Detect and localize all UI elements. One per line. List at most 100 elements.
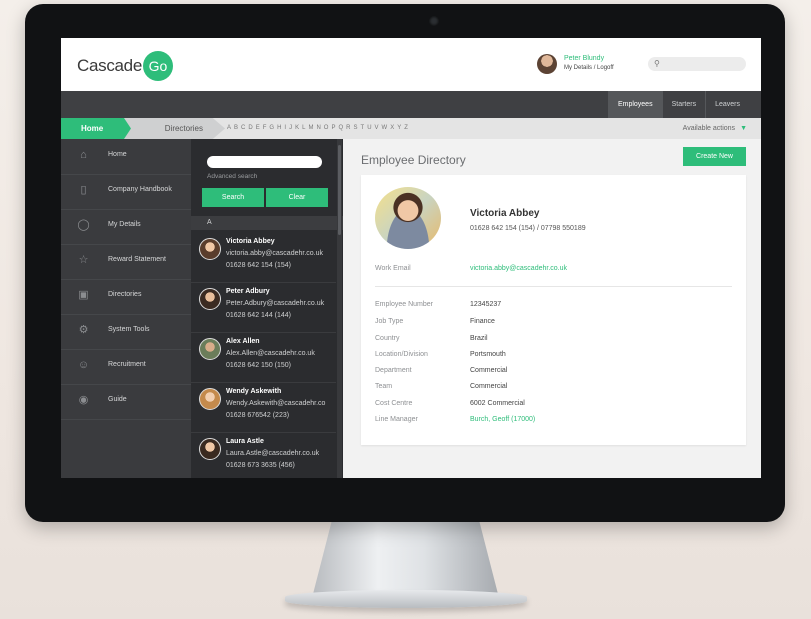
logo[interactable]: Cascade Go (77, 51, 173, 81)
users-icon: ☺ (77, 359, 90, 371)
avatar (199, 338, 221, 360)
alphabet-letter-q[interactable]: Q (338, 118, 343, 139)
contact-phone: 01628 642 144 (144) (226, 312, 291, 319)
user-links: My Details / Logoff (564, 65, 614, 71)
alphabet-letter-p[interactable]: P (331, 118, 335, 139)
field-value: 12345237 (470, 301, 502, 308)
sidebar-item-reward-statement[interactable]: ☆ Reward Statement (61, 244, 191, 280)
contact-item[interactable]: Wendy Askewith Wendy.Askewith@cascadehr.… (191, 383, 336, 433)
tab-employees[interactable]: Employees (607, 91, 662, 118)
alphabet-letter-l[interactable]: L (302, 118, 305, 139)
contact-name: Wendy Askewith (226, 388, 282, 395)
sidebar-item-directories[interactable]: ▣ Directories (61, 279, 191, 315)
alphabet-letter-e[interactable]: E (256, 118, 260, 139)
alphabet-letter-t[interactable]: T (361, 118, 365, 139)
divider (375, 286, 732, 287)
alphabet-letter-x[interactable]: X (390, 118, 394, 139)
tab-leavers[interactable]: Leavers (705, 91, 749, 118)
directory-search-input[interactable] (207, 156, 322, 168)
sidebar-item-home[interactable]: ⌂ Home (61, 139, 191, 175)
contact-phone: 01628 676542 (223) (226, 412, 290, 419)
avatar (199, 238, 221, 260)
alphabet-letter-u[interactable]: U (367, 118, 371, 139)
field-label: Employee Number (375, 301, 433, 308)
page-title: Employee Directory (361, 153, 466, 167)
sidebar-item-recruitment[interactable]: ☺ Recruitment (61, 349, 191, 385)
sidebar-item-label: System Tools (108, 326, 150, 333)
alphabet-letter-y[interactable]: Y (397, 118, 401, 139)
available-actions-label: Available actions (682, 125, 736, 132)
search-button[interactable]: Search (202, 188, 264, 207)
user-name[interactable]: Peter Blundy (564, 55, 604, 62)
contact-email: Peter.Adbury@cascadehr.co.uk (226, 300, 325, 307)
contact-email: Alex.Allen@cascadehr.co.uk (226, 350, 315, 357)
alphabet-letter-r[interactable]: R (346, 118, 350, 139)
alphabet-letter-i[interactable]: I (284, 118, 286, 139)
logoff-link[interactable]: Logoff (597, 65, 614, 71)
user-icon: ◯ (77, 219, 90, 231)
alphabet-letter-m[interactable]: M (308, 118, 313, 139)
available-actions-dropdown[interactable]: Available actions ▼ (683, 118, 747, 139)
clear-button[interactable]: Clear (266, 188, 328, 207)
create-new-button[interactable]: Create New (683, 147, 746, 166)
field-value: Commercial (470, 383, 508, 390)
advanced-search-link[interactable]: Advanced search (207, 173, 257, 180)
avatar[interactable] (537, 54, 557, 74)
alphabet-letter-h[interactable]: H (277, 118, 281, 139)
employee-phone: 01628 642 154 (154) / 07798 550189 (470, 225, 586, 232)
monitor-stand (313, 522, 498, 594)
scrollbar-thumb[interactable] (338, 145, 341, 235)
field-value: Portsmouth (470, 351, 506, 358)
contact-item[interactable]: Victoria Abbey victoria.abby@cascadehr.c… (191, 233, 336, 283)
contact-name: Alex Allen (226, 338, 260, 345)
contact-item[interactable]: Peter Adbury Peter.Adbury@cascadehr.co.u… (191, 283, 336, 333)
breadcrumb-home[interactable]: Home (61, 118, 131, 139)
sidebar-item-label: Reward Statement (108, 256, 166, 263)
alphabet-letter-o[interactable]: O (324, 118, 329, 139)
nav-tabs: Employees Starters Leavers (607, 91, 749, 118)
contact-item[interactable]: Alex Allen Alex.Allen@cascadehr.co.uk 01… (191, 333, 336, 383)
alphabet-letter-w[interactable]: W (382, 118, 388, 139)
star-icon: ☆ (78, 254, 89, 266)
contact-phone: 01628 642 150 (150) (226, 362, 291, 369)
alphabet-letter-g[interactable]: G (269, 118, 274, 139)
alphabet-letter-k[interactable]: K (295, 118, 299, 139)
contact-phone: 01628 673 3635 (456) (226, 462, 295, 469)
contact-email: victoria.abby@cascadehr.co.uk (226, 250, 323, 257)
sidebar-item-guide[interactable]: ◉ Guide (61, 384, 191, 420)
alphabet-letter-f[interactable]: F (263, 118, 267, 139)
header: Cascade Go Peter Blundy My Details / Log… (61, 38, 761, 91)
top-nav: Employees Starters Leavers (61, 91, 761, 118)
sidebar-item-company-handbook[interactable]: ▯ Company Handbook (61, 174, 191, 210)
work-email-link[interactable]: victoria.abby@cascadehr.co.uk (470, 265, 567, 272)
global-search-input[interactable]: ⚲ (648, 57, 746, 71)
alphabet-letter-a[interactable]: A (227, 118, 231, 139)
sidebar-item-my-details[interactable]: ◯ My Details (61, 209, 191, 245)
field-label: Cost Centre (375, 400, 413, 407)
line-manager-link[interactable]: Burch, Geoff (17000) (470, 416, 535, 423)
sidebar-item-label: My Details (108, 221, 141, 228)
chevron-down-icon: ▼ (740, 125, 747, 132)
sidebar-item-label: Directories (108, 291, 142, 298)
alphabet-letter-z[interactable]: Z (404, 118, 408, 139)
field-label: Job Type (375, 318, 404, 325)
field-label: Location/Division (375, 351, 428, 358)
field-label: Team (375, 383, 393, 390)
app-screen: Cascade Go Peter Blundy My Details / Log… (61, 38, 761, 478)
my-details-link[interactable]: My Details (564, 65, 592, 71)
logo-badge: Go (143, 51, 173, 81)
alphabet-letter-s[interactable]: S (354, 118, 358, 139)
alphabet-letter-c[interactable]: C (241, 118, 245, 139)
alphabet-letter-b[interactable]: B (234, 118, 238, 139)
alphabet-letter-v[interactable]: V (375, 118, 379, 139)
tab-starters[interactable]: Starters (661, 91, 706, 118)
alphabet-letter-d[interactable]: D (248, 118, 252, 139)
sidebar-item-system-tools[interactable]: ⚙ System Tools (61, 314, 191, 350)
employee-name: Victoria Abbey (470, 208, 540, 219)
alphabet-letter-j[interactable]: J (289, 118, 292, 139)
breadcrumb-directories[interactable]: Directories (123, 118, 225, 139)
guide-icon: ◉ (78, 394, 89, 406)
logo-text: Cascade (77, 56, 142, 75)
alphabet-letter-n[interactable]: N (316, 118, 320, 139)
contact-item[interactable]: Laura Astle Laura.Astle@cascadehr.co.uk … (191, 433, 336, 478)
